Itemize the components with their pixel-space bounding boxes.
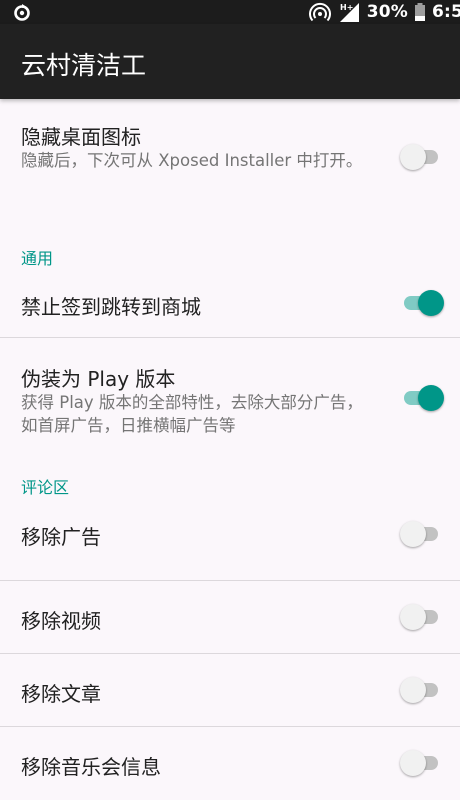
fake-play-version-switch[interactable] — [400, 384, 444, 412]
setting-title: 隐藏桌面图标 — [21, 125, 141, 149]
remove-articles-switch[interactable] — [400, 676, 444, 704]
setting-title: 伪装为 Play 版本 — [21, 367, 176, 391]
setting-fake-play-version[interactable]: 伪装为 Play 版本 获得 Play 版本的全部特性，去除大部分广告，如首屏广… — [0, 338, 460, 448]
setting-title: 移除视频 — [21, 609, 101, 633]
setting-title: 移除音乐会信息 — [21, 755, 161, 779]
setting-remove-videos[interactable]: 移除视频 — [0, 581, 460, 654]
setting-title: 移除广告 — [21, 525, 101, 549]
clock: 6:50 — [432, 2, 460, 22]
switch-thumb — [418, 385, 444, 411]
wifi-hotspot-icon — [308, 2, 331, 22]
hide-launcher-icon-switch[interactable] — [400, 143, 444, 171]
switch-thumb — [418, 290, 444, 316]
battery-percentage: 30% — [366, 2, 408, 22]
svg-text:H+: H+ — [340, 3, 353, 12]
app-toolbar: 云村清洁工 — [0, 24, 460, 99]
setting-summary: 获得 Play 版本的全部特性，去除大部分广告，如首屏广告，日推横幅广告等 — [21, 393, 363, 435]
setting-remove-articles[interactable]: 移除文章 — [0, 654, 460, 727]
setting-summary: 隐藏后，下次可从 Xposed Installer 中打开。 — [21, 151, 363, 170]
settings-list[interactable]: 隐藏桌面图标 隐藏后，下次可从 Xposed Installer 中打开。 通用… — [0, 99, 460, 800]
remove-videos-switch[interactable] — [400, 603, 444, 631]
sync-notification-icon — [14, 4, 30, 21]
battery-icon — [415, 3, 425, 21]
category-header-general: 通用 — [0, 201, 460, 268]
switch-thumb — [400, 604, 426, 630]
switch-thumb — [400, 144, 426, 170]
category-header-comments: 评论区 — [0, 448, 460, 508]
cell-signal-h-plus-icon: H+ — [339, 3, 359, 22]
app-title: 云村清洁工 — [21, 51, 147, 80]
setting-hide-launcher-icon[interactable]: 隐藏桌面图标 隐藏后，下次可从 Xposed Installer 中打开。 — [0, 99, 460, 201]
switch-thumb — [400, 750, 426, 776]
setting-disable-checkin-redirect[interactable]: 禁止签到跳转到商城 — [0, 265, 460, 338]
setting-title: 禁止签到跳转到商城 — [21, 295, 201, 319]
remove-concert-info-switch[interactable] — [400, 749, 444, 777]
setting-remove-ads[interactable]: 移除广告 — [0, 508, 460, 581]
remove-ads-switch[interactable] — [400, 520, 444, 548]
switch-thumb — [400, 521, 426, 547]
switch-thumb — [400, 677, 426, 703]
disable-checkin-redirect-switch[interactable] — [400, 289, 444, 317]
setting-title: 移除文章 — [21, 682, 101, 706]
status-bar: H+ 30% 6:50 — [0, 0, 460, 24]
category-label: 评论区 — [21, 478, 70, 497]
setting-remove-concert-info[interactable]: 移除音乐会信息 — [0, 727, 460, 800]
